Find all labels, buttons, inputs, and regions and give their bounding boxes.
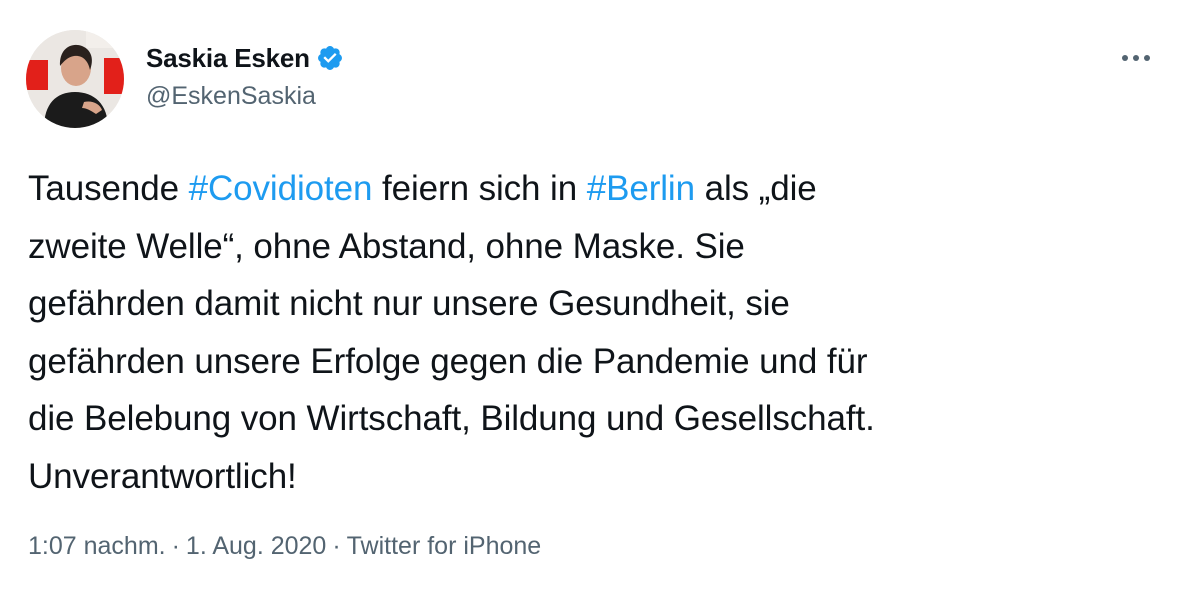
- tweet-source[interactable]: Twitter for iPhone: [347, 532, 542, 560]
- tweet-date[interactable]: 1. Aug. 2020: [186, 532, 326, 560]
- meta-separator: ·: [332, 532, 341, 560]
- tweet-text: Tausende #Covidioten feiern sich in #Ber…: [28, 160, 1168, 505]
- tweet-text-segment: Tausende: [28, 169, 189, 208]
- tweet-text-segment: feiern sich in: [372, 169, 587, 208]
- tweet-text-line: die Belebung von Wirtschaft, Bildung und…: [28, 390, 1168, 448]
- tweet-text-line: gefährden unsere Erfolge gegen die Pande…: [28, 333, 1168, 391]
- author-display-name[interactable]: Saskia Esken: [146, 43, 310, 74]
- author-name-row: Saskia Esken: [146, 40, 344, 76]
- more-options-button[interactable]: [1116, 44, 1156, 72]
- author-handle[interactable]: @EskenSaskia: [146, 82, 344, 111]
- tweet-text-line: Tausende #Covidioten feiern sich in #Ber…: [28, 160, 1168, 218]
- tweet-metadata: 1:07 nachm. · 1. Aug. 2020 · Twitter for iPh…: [28, 532, 541, 561]
- tweet-text-line: zweite Welle“, ohne Abstand, ohne Maske.…: [28, 218, 1168, 276]
- tweet-time[interactable]: 1:07 nachm.: [28, 532, 166, 560]
- hashtag-link[interactable]: #Covidioten: [189, 169, 373, 208]
- tweet-text-segment: Unverantwortlich!: [28, 456, 297, 496]
- tweet-text-segment: als „die: [694, 169, 817, 208]
- tweet-text-segment: die Belebung von Wirtschaft, Bildung und…: [28, 399, 875, 438]
- tweet-text-segment: zweite Welle“, ohne Abstand, ohne Maske.…: [28, 226, 745, 266]
- avatar[interactable]: [26, 30, 124, 128]
- more-horizontal-icon: [1122, 55, 1150, 61]
- tweet-text-line: gefährden damit nicht nur unsere Gesundh…: [28, 275, 1168, 333]
- tweet-card: Saskia Esken @EskenSaskia Tausende #Covi…: [0, 0, 1188, 598]
- tweet-text-line: Unverantwortlich!: [28, 448, 1168, 506]
- meta-separator: ·: [171, 532, 180, 560]
- author-info: Saskia Esken @EskenSaskia: [146, 40, 344, 111]
- verified-badge-icon: [316, 44, 344, 72]
- tweet-text-segment: gefährden damit nicht nur unsere Gesundh…: [28, 284, 790, 323]
- profile-photo-icon: [26, 30, 124, 128]
- tweet-text-segment: gefährden unsere Erfolge gegen die Pande…: [28, 341, 868, 381]
- hashtag-link[interactable]: #Berlin: [587, 169, 695, 208]
